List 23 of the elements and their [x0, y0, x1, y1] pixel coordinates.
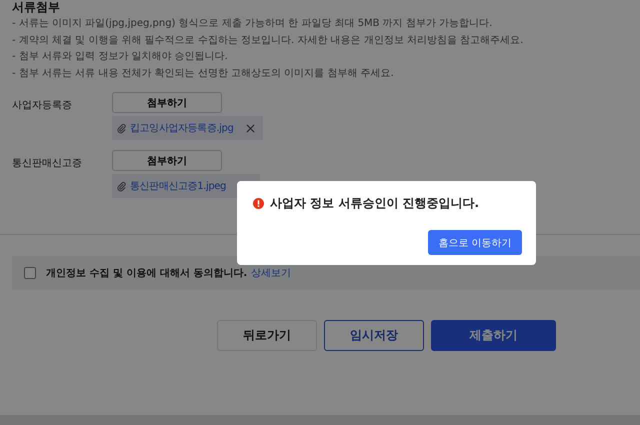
home-button[interactable]: 홈으로 이동하기 [428, 230, 522, 255]
dialog-message: 사업자 정보 서류승인이 진행중입니다. [270, 195, 480, 212]
file-name: 통신판매신고증1.jpeg [130, 180, 227, 193]
submit-button[interactable]: 제출하기 [431, 320, 556, 351]
save-button[interactable]: 임시저장 [324, 320, 424, 351]
note-text: - 서류는 이미지 파일(jpg,jpeg,png) 형식으로 제출 가능하며 한 파일당 최대 5MB 까지 첨부가 가능합니다. [12, 17, 494, 31]
agreement-text: 개인정보 수집 및 이용에 대해서 동의합니다. [46, 267, 248, 280]
remove-icon[interactable] [246, 124, 256, 132]
note-text: - 첨부 서류는 서류 내용 전체가 확인되는 선명한 고해상도의 이미지를 첨부해 주세요. [12, 66, 395, 80]
note-text: - 첨부 서류와 입력 정보가 일치해야 승인됩니다. [12, 50, 229, 64]
back-button[interactable]: 뒤로가기 [217, 320, 317, 351]
checkbox[interactable] [24, 267, 36, 279]
details-link[interactable]: 상세보기 [251, 266, 292, 280]
field-label: 사업자등록증 [12, 99, 73, 113]
attach-button[interactable]: 첨부하기 [112, 150, 222, 171]
note-text: - 계약의 체결 및 이행을 위해 필수적으로 수집하는 정보입니다. 자세한 내용은 개인정보 처리방침을 참고해주세요. [12, 34, 524, 48]
alert-icon [253, 198, 264, 209]
section-title: 서류첨부 [12, 0, 61, 16]
paperclip-icon [116, 180, 127, 192]
field-label: 통신판매신고증 [12, 157, 83, 171]
attach-button[interactable]: 첨부하기 [112, 92, 222, 113]
file-name: 킵고잉사업자등록증.jpg [130, 122, 234, 135]
paperclip-icon [116, 122, 127, 134]
